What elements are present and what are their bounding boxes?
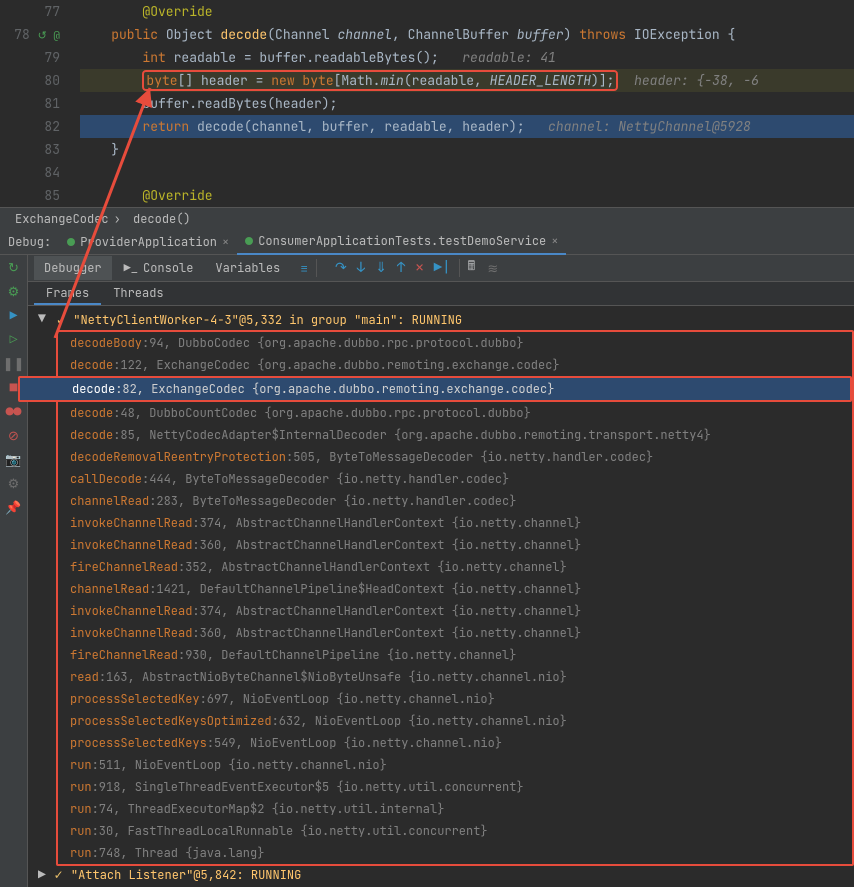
stack-frame[interactable]: decodeBody:94, DubboCodec {org.apache.du…: [58, 332, 852, 354]
debug-subtabs: Debugger ▶_Console Variables ≡ ↷ ↓ ⇓ ↑ ✕…: [28, 255, 854, 282]
run-config-tab[interactable]: ProviderApplication×: [59, 230, 237, 255]
stack-frame[interactable]: run:511, NioEventLoop {io.netty.channel.…: [58, 754, 852, 776]
collapse-icon[interactable]: ▼: [38, 310, 46, 327]
collapse-icon[interactable]: ▶: [38, 866, 46, 883]
line-number[interactable]: 83: [0, 138, 80, 161]
stack-frame[interactable]: invokeChannelRead:360, AbstractChannelHa…: [58, 534, 852, 556]
stack-frame[interactable]: run:30, FastThreadLocalRunnable {io.nett…: [58, 820, 852, 842]
line-number[interactable]: 77: [0, 0, 80, 23]
line-number[interactable]: 79: [0, 46, 80, 69]
breakpoints-icon[interactable]: ●●: [6, 403, 22, 419]
modify-icon[interactable]: ⚙: [6, 283, 22, 299]
code-line[interactable]: }: [80, 138, 854, 161]
stack-frame[interactable]: processSelectedKey:697, NioEventLoop {io…: [58, 688, 852, 710]
code-line[interactable]: buffer.readBytes(header);: [80, 92, 854, 115]
frames-panel[interactable]: ▼ ✓ "NettyClientWorker-4-3"@5,332 in gro…: [28, 306, 854, 887]
run-dot-icon: [245, 237, 253, 245]
frames-tab[interactable]: Frames: [34, 282, 101, 305]
code-line[interactable]: public Object decode(Channel channel, Ch…: [80, 23, 854, 46]
stack-frame[interactable]: decode:122, ExchangeCodec {org.apache.du…: [58, 354, 852, 376]
code-line[interactable]: return decode(channel, buffer, readable,…: [80, 115, 854, 138]
stack-frame[interactable]: callDecode:444, ByteToMessageDecoder {io…: [58, 468, 852, 490]
close-icon[interactable]: ×: [551, 233, 558, 249]
breadcrumb-class[interactable]: ExchangeCodec: [10, 211, 114, 227]
line-number[interactable]: 85: [0, 184, 80, 207]
breadcrumb[interactable]: ExchangeCodec› decode(): [0, 207, 854, 230]
line-number[interactable]: 80: [0, 69, 80, 92]
line-number[interactable]: 81: [0, 92, 80, 115]
play-icon[interactable]: ▷: [6, 331, 22, 347]
settings-icon[interactable]: ⚙: [6, 475, 22, 491]
stack-frame[interactable]: decode:85, NettyCodecAdapter$InternalDec…: [58, 424, 852, 446]
run-cursor-icon[interactable]: ▶|: [434, 259, 451, 277]
line-number[interactable]: 82: [0, 115, 80, 138]
thread-header[interactable]: ✓ "NettyClientWorker-4-3"@5,332 in group…: [56, 310, 854, 330]
stack-frame[interactable]: processSelectedKeys:549, NioEventLoop {i…: [58, 732, 852, 754]
mute-icon[interactable]: ⊘: [6, 427, 22, 443]
pause-icon[interactable]: ❚❚: [6, 355, 22, 371]
step-into-icon[interactable]: ↓: [357, 259, 365, 277]
camera-icon[interactable]: 📷: [6, 451, 22, 467]
debug-toolbar: ↻ ⚙ ▶ ▷ ❚❚ ■ ●● ⊘ 📷 ⚙ 📌: [0, 255, 28, 887]
code-line[interactable]: [80, 161, 854, 184]
step-over-icon[interactable]: ↷: [335, 259, 347, 277]
stack-frame[interactable]: fireChannelRead:352, AbstractChannelHand…: [58, 556, 852, 578]
stack-frame[interactable]: read:163, AbstractNioByteChannel$NioByte…: [58, 666, 852, 688]
stack-frame[interactable]: processSelectedKeysOptimized:632, NioEve…: [58, 710, 852, 732]
variables-tab[interactable]: Variables: [205, 256, 290, 280]
console-icon: ▶_: [124, 260, 138, 276]
stack-frame[interactable]: decode:48, DubboCountCodec {org.apache.d…: [58, 402, 852, 424]
stack-frame[interactable]: run:74, ThreadExecutorMap$2 {io.netty.ut…: [58, 798, 852, 820]
code-line[interactable]: byte[] header = new byte[Math.min(readab…: [80, 69, 854, 92]
debugger-tab[interactable]: Debugger: [34, 256, 112, 280]
threads-icon[interactable]: ≡: [300, 260, 308, 277]
pin-icon[interactable]: 📌: [6, 499, 22, 515]
debug-label: Debug:: [0, 234, 59, 250]
stack-frame[interactable]: invokeChannelRead:360, AbstractChannelHa…: [58, 622, 852, 644]
stack-frame[interactable]: invokeChannelRead:374, AbstractChannelHa…: [58, 512, 852, 534]
stack-frame[interactable]: channelRead:1421, DefaultChannelPipeline…: [58, 578, 852, 600]
stack-frame[interactable]: fireChannelRead:930, DefaultChannelPipel…: [58, 644, 852, 666]
code-line[interactable]: @Override: [80, 0, 854, 23]
code-line[interactable]: @Override: [80, 184, 854, 207]
stack-frame[interactable]: decodeRemovalReentryProtection:505, Byte…: [58, 446, 852, 468]
resume-icon[interactable]: ▶: [6, 307, 22, 323]
rerun-icon[interactable]: ↻: [6, 259, 22, 275]
stack-frame[interactable]: run:918, SingleThreadEventExecutor$5 {io…: [58, 776, 852, 798]
step-out-icon[interactable]: ↑: [397, 259, 405, 277]
close-icon[interactable]: ×: [222, 234, 229, 250]
run-dot-icon: [67, 238, 75, 246]
line-number[interactable]: 84: [0, 161, 80, 184]
drop-frame-icon[interactable]: ✕: [415, 259, 423, 277]
stack-frame[interactable]: decode:82, ExchangeCodec {org.apache.dub…: [18, 376, 852, 402]
force-step-icon[interactable]: ⇓: [375, 259, 387, 277]
run-config-tab[interactable]: ConsumerApplicationTests.testDemoService…: [237, 230, 566, 255]
code-editor[interactable]: 7778 ↺ @79808182838485 @Override public …: [0, 0, 854, 207]
threads-tab[interactable]: Threads: [101, 282, 175, 305]
line-number[interactable]: 78 ↺ @: [0, 23, 80, 46]
code-line[interactable]: int readable = buffer.readableBytes(); r…: [80, 46, 854, 69]
stack-frame[interactable]: invokeChannelRead:374, AbstractChannelHa…: [58, 600, 852, 622]
gutter: 7778 ↺ @79808182838485: [0, 0, 80, 207]
calc-icon[interactable]: 🖩: [468, 257, 476, 279]
stack-frame[interactable]: channelRead:283, ByteToMessageDecoder {i…: [58, 490, 852, 512]
watch-icon[interactable]: ≋: [487, 260, 498, 277]
console-tab[interactable]: ▶_Console: [114, 256, 204, 280]
breadcrumb-method[interactable]: decode(): [128, 211, 196, 227]
stack-frame[interactable]: run:748, Thread {java.lang}: [58, 842, 852, 864]
debug-header: Debug: ProviderApplication×ConsumerAppli…: [0, 230, 854, 255]
